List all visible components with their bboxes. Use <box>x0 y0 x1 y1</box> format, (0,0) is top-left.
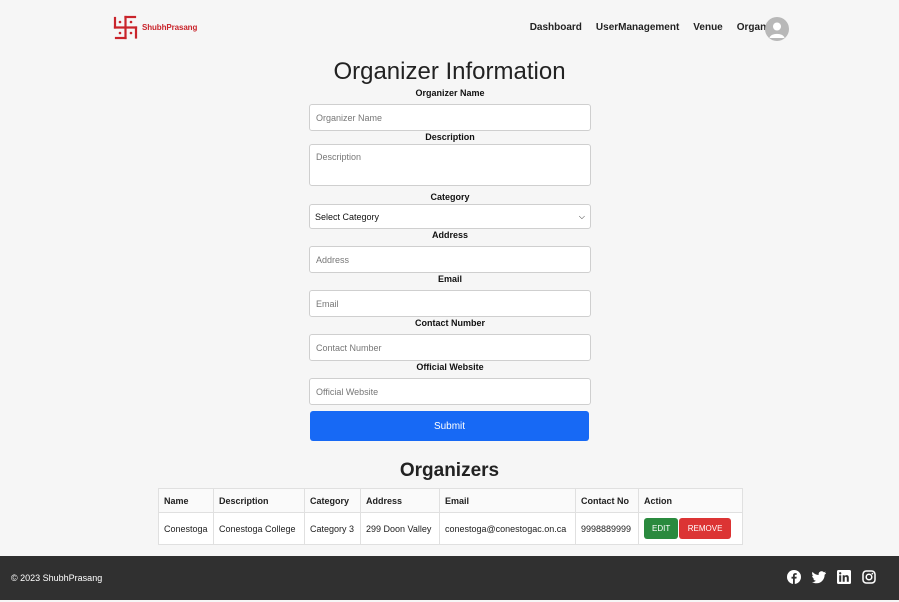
edit-button[interactable]: EDIT <box>644 518 679 539</box>
category-label: Category <box>430 192 470 202</box>
brand-name: ShubhPrasang <box>142 23 198 32</box>
description-label: Description <box>425 132 475 142</box>
instagram-icon[interactable] <box>862 570 876 584</box>
header-category: Category <box>304 488 361 513</box>
header-contact: Contact No <box>575 488 639 513</box>
category-select[interactable]: Select Category ⌵ <box>309 204 591 229</box>
header-email: Email <box>439 488 576 513</box>
organizers-title: Organizers <box>399 460 500 481</box>
organizers-table: Name Description Category Address Email … <box>158 488 743 545</box>
cell-address: 299 Doon Valley <box>360 512 440 545</box>
cell-name: Conestoga <box>158 512 214 545</box>
submit-button[interactable]: Submit <box>310 411 589 441</box>
social-links <box>787 570 876 584</box>
contact-number-input[interactable] <box>309 334 591 361</box>
official-website-label: Official Website <box>416 362 484 372</box>
chevron-down-icon: ⌵ <box>578 211 585 221</box>
nav-venue[interactable]: Venue <box>693 22 722 33</box>
cell-category: Category 3 <box>304 512 361 545</box>
official-website-input[interactable] <box>309 378 591 405</box>
contact-number-label: Contact Number <box>414 318 485 328</box>
header-address: Address <box>360 488 440 513</box>
user-avatar-icon[interactable] <box>765 17 789 41</box>
nav-links: Dashboard UserManagement Venue Organizer… <box>530 22 789 33</box>
page-title: Organizer Information <box>333 58 566 85</box>
email-input[interactable] <box>309 290 591 317</box>
description-textarea[interactable] <box>309 144 591 186</box>
cell-action: EDIT REMOVE <box>638 512 743 545</box>
address-input[interactable] <box>309 246 591 273</box>
brand-logo[interactable]: ShubhPrasang <box>113 15 197 40</box>
cell-email: conestoga@conestogac.on.ca <box>439 512 576 545</box>
nav-user-management[interactable]: UserManagement <box>596 22 679 33</box>
table-header-row: Name Description Category Address Email … <box>158 488 743 513</box>
navbar: ShubhPrasang Dashboard UserManagement Ve… <box>0 0 899 58</box>
footer: © 2023 ShubhPrasang <box>0 556 899 600</box>
person-icon <box>769 22 785 38</box>
linkedin-icon[interactable] <box>837 570 851 584</box>
swastik-logo-icon <box>113 15 138 40</box>
twitter-icon[interactable] <box>812 570 826 584</box>
copyright-text: © 2023 ShubhPrasang <box>11 573 103 583</box>
facebook-icon[interactable] <box>787 570 801 584</box>
category-selected-value: Select Category <box>315 211 380 222</box>
header-action: Action <box>638 488 743 513</box>
email-label: Email <box>437 274 462 284</box>
nav-dashboard[interactable]: Dashboard <box>530 22 582 33</box>
organizer-name-input[interactable] <box>309 104 591 131</box>
cell-description: Conestoga College <box>213 512 305 545</box>
table-row: Conestoga Conestoga College Category 3 2… <box>158 512 743 545</box>
header-name: Name <box>158 488 214 513</box>
cell-contact: 9998889999 <box>575 512 639 545</box>
address-label: Address <box>431 230 468 240</box>
header-description: Description <box>213 488 305 513</box>
remove-button[interactable]: REMOVE <box>678 518 732 539</box>
organizer-name-label: Organizer Name <box>415 88 485 98</box>
